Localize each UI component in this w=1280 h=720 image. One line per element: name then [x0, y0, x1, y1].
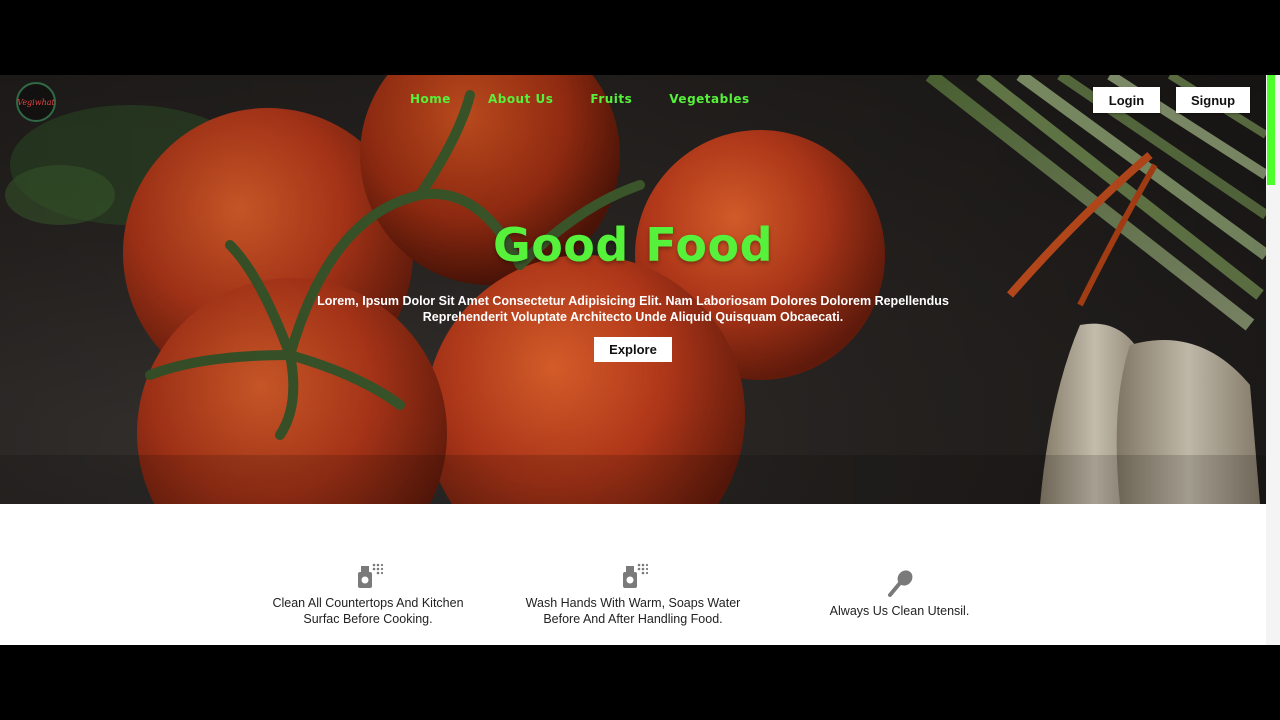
- nav-item-fruits[interactable]: Fruits: [590, 92, 632, 106]
- nav-item-vegetables[interactable]: Vegetables: [669, 92, 749, 106]
- spray-bottle-icon: [623, 563, 648, 588]
- web-page: Vegiwhat Home About Us Fruits Vegetables…: [0, 75, 1280, 645]
- hero-section: Vegiwhat Home About Us Fruits Vegetables…: [0, 75, 1266, 504]
- hero-subtitle: Lorem, Ipsum Dolor Sit Amet Consectetur …: [317, 294, 949, 324]
- tip-text: Always Us Clean Utensil.: [829, 604, 970, 618]
- brand-logo[interactable]: Vegiwhat: [16, 82, 56, 122]
- spoon-icon: [887, 570, 912, 597]
- tip-item: Wash Hands With Warm, Soaps Water Before…: [513, 561, 753, 627]
- main-nav: Home About Us Fruits Vegetables: [410, 92, 787, 106]
- tip-item: Clean All Countertops And Kitchen Surfac…: [258, 561, 478, 627]
- letterbox-bottom: [0, 645, 1280, 720]
- signup-button[interactable]: Signup: [1176, 87, 1250, 113]
- letterbox-top: [0, 0, 1280, 75]
- scrollbar-thumb[interactable]: [1267, 75, 1275, 185]
- tip-item: Always Us Clean Utensil.: [812, 569, 987, 619]
- nav-item-about-us[interactable]: About Us: [488, 92, 553, 106]
- tip-text: Clean All Countertops And Kitchen Surfac…: [272, 596, 464, 626]
- nav-item-home[interactable]: Home: [410, 92, 451, 106]
- tip-text: Wash Hands With Warm, Soaps Water Before…: [525, 596, 741, 626]
- login-button[interactable]: Login: [1093, 87, 1160, 113]
- hero-title: Good Food: [492, 218, 774, 272]
- hero-overlay: [0, 75, 1266, 504]
- brand-logo-text: Vegiwhat: [17, 97, 55, 107]
- spray-bottle-icon: [358, 563, 383, 588]
- explore-button[interactable]: Explore: [594, 337, 672, 362]
